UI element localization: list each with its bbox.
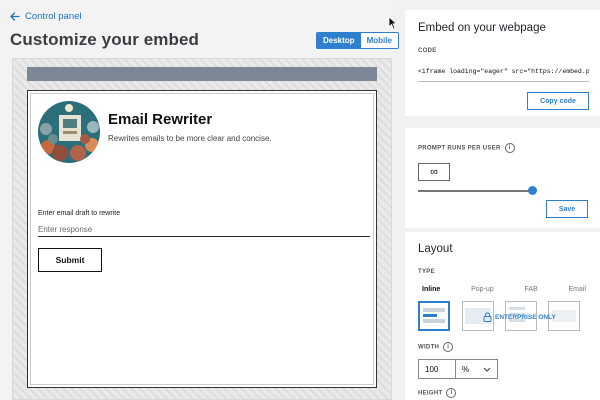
- back-link-label: Control panel: [25, 11, 82, 22]
- type-tab-popup[interactable]: Pop-up: [471, 286, 494, 293]
- enterprise-only-label: ENTERPRISE ONLY: [495, 313, 556, 321]
- type-tab-fab[interactable]: FAB: [524, 286, 537, 293]
- width-label-row: WIDTH i: [418, 342, 454, 352]
- type-option-inline[interactable]: [418, 301, 450, 331]
- submit-button[interactable]: Submit: [38, 248, 102, 272]
- prompt-runs-value[interactable]: ∞: [418, 163, 450, 181]
- arrow-left-icon: [10, 12, 20, 21]
- page-title: Customize your embed: [10, 30, 200, 49]
- info-icon[interactable]: i: [504, 143, 515, 153]
- prompt-runs-slider-thumb[interactable]: [528, 186, 537, 195]
- email-draft-input[interactable]: [38, 223, 370, 237]
- height-label-row: HEIGHT i: [418, 388, 457, 398]
- preview-topbar: [27, 67, 377, 81]
- save-button[interactable]: Save: [546, 200, 588, 218]
- cursor-icon: [388, 16, 398, 30]
- type-label: TYPE: [418, 269, 435, 275]
- preview-panel: Control panel Customize your embed Deskt…: [0, 0, 399, 400]
- copy-code-button[interactable]: Copy code: [527, 92, 589, 110]
- mobile-toggle-button[interactable]: Mobile: [360, 33, 398, 48]
- code-label: CODE: [418, 48, 437, 54]
- width-label: WIDTH: [418, 344, 440, 351]
- embed-card-title: Embed on your webpage: [418, 22, 546, 34]
- embed-customizer: Control panel Customize your embed Deskt…: [0, 0, 600, 400]
- info-icon[interactable]: i: [446, 388, 457, 398]
- app-avatar-image: [38, 101, 100, 163]
- height-label: HEIGHT: [418, 390, 443, 397]
- prompt-runs-label: PROMPT RUNS PER USER: [418, 145, 501, 152]
- app-title: Email Rewriter: [108, 111, 213, 128]
- width-unit-select[interactable]: %: [456, 359, 498, 379]
- inline-layout-icon: [423, 308, 445, 323]
- width-controls: %: [418, 359, 498, 379]
- embed-preview-card: Email Rewriter Rewrites emails to be mor…: [27, 90, 377, 388]
- app-description: Rewrites emails to be more clear and con…: [108, 134, 272, 143]
- type-tab-inline[interactable]: Inline: [422, 286, 440, 293]
- prompt-runs-card: PROMPT RUNS PER USER i ∞ Save: [405, 128, 600, 228]
- app-avatar: [38, 101, 100, 163]
- back-link[interactable]: Control panel: [10, 11, 82, 22]
- info-icon[interactable]: i: [443, 342, 454, 352]
- email-draft-label: Enter email draft to rewrite: [38, 210, 121, 217]
- enterprise-only-badge: ENTERPRISE ONLY: [483, 312, 556, 322]
- settings-panel: Embed on your webpage CODE <iframe loadi…: [405, 0, 600, 400]
- embed-code-card: Embed on your webpage CODE <iframe loadi…: [405, 10, 600, 116]
- layout-type-tabs: Inline Pop-up FAB Email: [418, 286, 588, 293]
- width-unit-value: %: [462, 364, 470, 374]
- desktop-toggle-button[interactable]: Desktop: [317, 33, 361, 48]
- layout-title: Layout: [418, 243, 453, 255]
- prompt-runs-label-row: PROMPT RUNS PER USER i: [418, 143, 515, 153]
- view-toggle: Desktop Mobile: [316, 32, 399, 49]
- embed-code-field[interactable]: <iframe loading="eager" src="https://emb…: [418, 68, 589, 82]
- width-input[interactable]: [418, 359, 456, 379]
- chevron-down-icon: [483, 367, 491, 372]
- lock-icon: [483, 312, 492, 322]
- preview-canvas: Email Rewriter Rewrites emails to be mor…: [12, 58, 392, 400]
- type-tab-email[interactable]: Email: [568, 286, 586, 293]
- prompt-runs-slider-track[interactable]: [418, 190, 532, 192]
- layout-card: Layout TYPE Inline Pop-up FAB Email ENTE…: [405, 232, 600, 400]
